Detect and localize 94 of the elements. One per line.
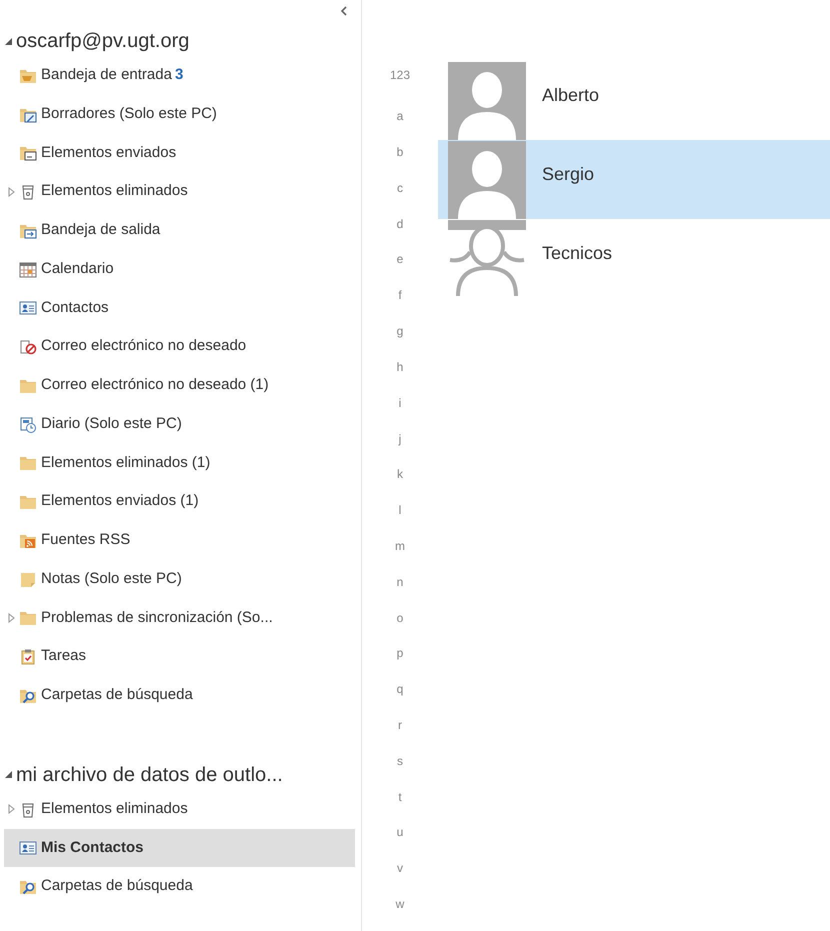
contact-name: Sergio xyxy=(542,163,594,186)
folder-item[interactable]: Notas (Solo este PC) xyxy=(4,560,355,598)
account-name[interactable]: oscarfp@pv.ugt.org xyxy=(16,26,190,56)
collapse-arrow-icon[interactable] xyxy=(4,36,13,46)
calendar-icon xyxy=(19,260,37,278)
index-letter[interactable]: l xyxy=(398,501,402,537)
folder-item[interactable]: Tareas xyxy=(4,637,355,676)
expand-arrow-icon[interactable] xyxy=(8,186,15,197)
collapse-icon[interactable] xyxy=(340,6,347,16)
index-letter[interactable]: c xyxy=(397,178,403,215)
folder-label: Carpetas de búsqueda xyxy=(41,685,193,706)
search-folder-icon xyxy=(19,878,37,896)
folder-label: Tareas xyxy=(41,646,86,666)
person-avatar-icon xyxy=(448,140,526,218)
folder-item[interactable]: Bandeja de entrada 3 xyxy=(4,56,355,95)
folder-item[interactable]: Elementos eliminados (1) xyxy=(4,444,355,482)
folder-label: Problemas de sincronización (So... xyxy=(41,608,273,628)
index-letter[interactable]: 123 xyxy=(390,66,410,108)
contact-card-icon xyxy=(19,299,37,316)
folder-label: Bandeja de entrada xyxy=(41,65,172,86)
contact-row[interactable]: Alberto xyxy=(438,61,830,140)
folder-item[interactable]: Diario (Solo este PC) xyxy=(4,404,355,444)
contact-card-icon xyxy=(19,839,37,856)
index-letter[interactable]: r xyxy=(398,716,402,752)
folder-label: Mis Contactos xyxy=(41,838,144,858)
folder-label: Correo electrónico no deseado (1) xyxy=(41,375,269,396)
folder-icon xyxy=(19,609,37,626)
folder-label: Elementos enviados (1) xyxy=(41,491,199,512)
folder-label: Fuentes RSS xyxy=(41,530,130,550)
index-letter[interactable]: t xyxy=(398,788,402,824)
journal-icon xyxy=(19,416,37,433)
folder-item[interactable]: Mis Contactos xyxy=(4,828,355,868)
contact-row[interactable]: Sergio xyxy=(438,140,830,219)
folder-item[interactable]: Bandeja de salida xyxy=(4,211,355,250)
index-letter[interactable]: u xyxy=(396,823,404,860)
junk-folder-icon xyxy=(19,338,37,356)
unread-count: 3 xyxy=(174,65,184,86)
folder-item[interactable]: Elementos enviados (1) xyxy=(4,482,355,521)
folder-label: Contactos xyxy=(41,298,109,318)
expand-arrow-icon[interactable] xyxy=(8,612,15,623)
folder-label: Notas (Solo este PC) xyxy=(41,568,182,589)
person-avatar-icon xyxy=(448,62,526,140)
index-letter[interactable]: o xyxy=(396,608,404,644)
folder-item[interactable]: Correo electrónico no deseado (1) xyxy=(4,366,355,405)
index-letter[interactable]: g xyxy=(396,322,404,358)
folder-item[interactable]: Elementos enviados xyxy=(4,134,355,172)
folder-item[interactable]: Problemas de sincronización (So... xyxy=(4,598,355,638)
folder-item[interactable]: Calendario xyxy=(4,250,355,288)
index-letter[interactable]: e xyxy=(396,250,404,286)
group-avatar-icon xyxy=(448,220,526,298)
index-letter[interactable]: p xyxy=(396,644,404,680)
account-name[interactable]: mi archivo de datos de outlo... xyxy=(16,760,283,790)
contact-name: Alberto xyxy=(542,84,600,107)
index-letter[interactable]: h xyxy=(396,358,404,394)
folder-label: Correo electrónico no deseado xyxy=(41,336,246,356)
index-letter[interactable]: a xyxy=(396,107,404,144)
index-letter[interactable]: b xyxy=(396,143,404,179)
folder-item[interactable]: Elementos eliminados xyxy=(4,790,355,828)
task-clipboard-icon xyxy=(19,648,37,666)
index-letter[interactable]: j xyxy=(398,430,402,466)
folder-item[interactable]: Fuentes RSS xyxy=(4,521,355,560)
folder-item[interactable]: Elementos eliminados xyxy=(4,172,355,211)
folder-icon xyxy=(19,454,37,472)
folder-label: Carpetas de búsqueda xyxy=(41,876,193,896)
expand-arrow-icon[interactable] xyxy=(8,804,15,814)
index-letter[interactable]: f xyxy=(398,286,402,322)
note-icon xyxy=(19,570,37,588)
index-letter[interactable]: k xyxy=(397,465,403,502)
folder-label: Elementos eliminados xyxy=(41,181,188,202)
folder-item[interactable]: Correo electrónico no deseado xyxy=(4,327,355,366)
folder-item[interactable]: Borradores (Solo este PC) xyxy=(4,94,355,134)
contact-name: Tecnicos xyxy=(542,242,612,265)
index-letter[interactable]: n xyxy=(396,572,404,609)
folder-item[interactable]: Contactos xyxy=(4,288,355,328)
index-letter[interactable]: q xyxy=(396,680,404,716)
folder-label: Bandeja de salida xyxy=(41,220,160,240)
index-letter[interactable]: w xyxy=(396,895,404,931)
index-letter[interactable]: v xyxy=(397,859,403,896)
folder-label: Diario (Solo este PC) xyxy=(41,414,182,434)
folder-label: Calendario xyxy=(41,258,114,279)
index-letter[interactable]: s xyxy=(397,752,403,788)
folder-item[interactable]: Carpetas de búsqueda xyxy=(4,676,355,715)
index-letter[interactable]: m xyxy=(395,536,405,573)
collapse-arrow-icon[interactable] xyxy=(4,770,13,780)
index-letter[interactable]: i xyxy=(398,394,402,430)
index-letter[interactable]: d xyxy=(396,214,404,250)
sent-folder-icon xyxy=(19,144,37,162)
folder-label: Elementos enviados xyxy=(41,142,176,163)
folder-item[interactable]: Carpetas de búsqueda xyxy=(4,867,355,906)
folder-icon xyxy=(19,493,37,510)
folder-label: Borradores (Solo este PC) xyxy=(41,104,217,124)
contact-row[interactable]: Tecnicos xyxy=(438,219,830,298)
folder-label: Elementos eliminados xyxy=(41,798,188,819)
folder-label: Elementos eliminados (1) xyxy=(41,452,210,473)
